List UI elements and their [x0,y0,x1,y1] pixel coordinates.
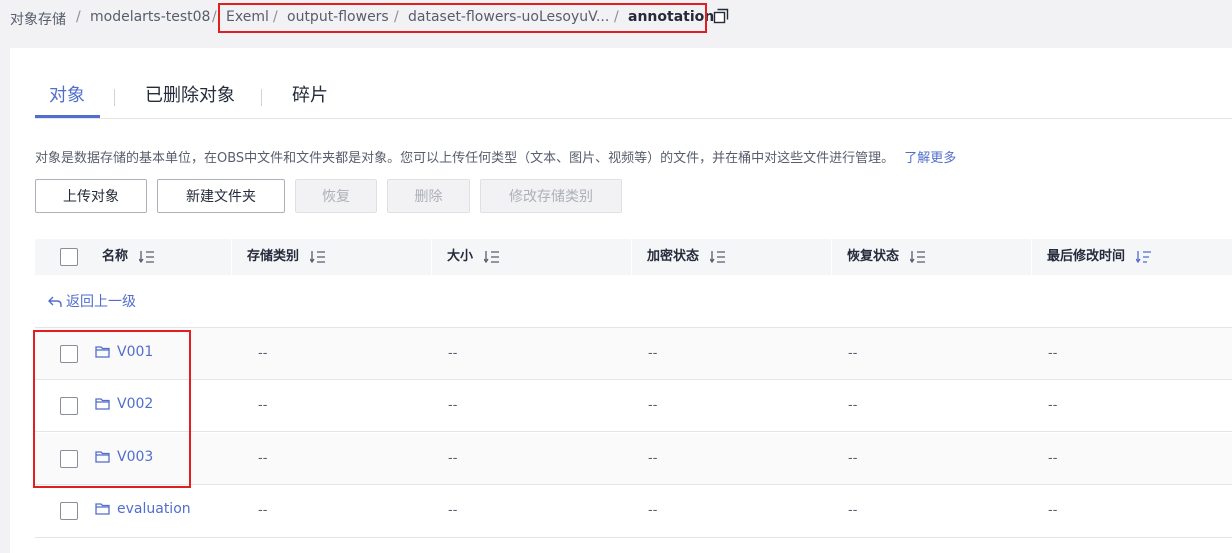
header-divider [231,239,232,275]
header-name[interactable]: 名称 [102,239,155,275]
cell-size: -- [448,503,458,518]
delete-button[interactable]: 删除 [387,179,470,213]
cell-encryption: -- [648,503,658,518]
tab-deleted-objects[interactable]: 已删除对象 [145,81,235,107]
sort-icon[interactable] [309,250,326,263]
path-highlight-box [218,3,707,33]
restore-button[interactable]: 恢复 [295,179,377,213]
table-row: V001 -- -- -- -- -- [35,328,1232,380]
cell-size: -- [448,451,458,466]
sort-icon[interactable] [709,250,726,263]
select-all-checkbox[interactable] [60,248,78,266]
header-encryption[interactable]: 加密状态 [647,239,726,275]
description-text: 对象是数据存储的基本单位，在OBS中文件和文件夹都是对象。您可以上传任何类型（文… [35,151,895,166]
cell-storage-class: -- [258,451,268,466]
folder-icon [95,503,110,515]
cell-encryption: -- [648,346,658,361]
cell-storage-class: -- [258,346,268,361]
tab-divider [114,89,115,106]
sort-icon[interactable] [138,250,155,263]
back-arrow-icon [48,296,62,307]
objects-description: 对象是数据存储的基本单位，在OBS中文件和文件夹都是对象。您可以上传任何类型（文… [35,147,956,166]
table-row: evaluation -- -- -- -- -- [35,486,1232,538]
change-storage-class-button[interactable]: 修改存储类别 [480,179,622,213]
new-folder-button[interactable]: 新建文件夹 [157,179,285,213]
breadcrumb-item-service[interactable]: 对象存储 [10,9,66,29]
header-storage-class[interactable]: 存储类别 [247,239,326,275]
cell-size: -- [448,398,458,413]
folders-highlight-box [33,330,191,488]
row-checkbox[interactable] [60,502,78,520]
cell-storage-class: -- [258,503,268,518]
header-size[interactable]: 大小 [447,239,500,275]
upload-object-button[interactable]: 上传对象 [35,179,147,213]
cell-restore-status: -- [848,346,858,361]
cell-restore-status: -- [848,503,858,518]
header-restore-status[interactable]: 恢复状态 [847,239,926,275]
tab-objects[interactable]: 对象 [49,81,85,107]
sort-icon[interactable] [909,250,926,263]
header-divider [431,239,432,275]
header-divider [831,239,832,275]
sort-icon[interactable] [483,250,500,263]
tab-bar: 对象 已删除对象 碎片 [35,72,1232,119]
header-divider [1031,239,1032,275]
breadcrumb-separator: / [76,9,81,25]
cell-last-modified: -- [1048,503,1058,518]
tab-active-indicator [35,115,100,118]
table-row: V003 -- -- -- -- -- [35,433,1232,485]
header-last-modified[interactable]: 最后修改时间 [1047,239,1152,275]
folder-link[interactable]: evaluation [95,501,191,517]
tab-divider [261,89,262,106]
cell-encryption: -- [648,398,658,413]
tab-fragments[interactable]: 碎片 [292,81,328,107]
copy-icon[interactable] [713,8,729,24]
cell-restore-status: -- [848,451,858,466]
header-divider [631,239,632,275]
table-row: V002 -- -- -- -- -- [35,380,1232,432]
cell-last-modified: -- [1048,451,1058,466]
learn-more-link[interactable]: 了解更多 [904,151,956,166]
cell-encryption: -- [648,451,658,466]
cell-restore-status: -- [848,398,858,413]
cell-last-modified: -- [1048,398,1058,413]
cell-size: -- [448,346,458,361]
breadcrumb-separator: / [212,9,217,25]
sort-active-icon[interactable] [1135,250,1152,263]
back-to-parent-link[interactable]: 返回上一级 [48,291,136,311]
breadcrumb-item-bucket[interactable]: modelarts-test08 [90,9,210,25]
cell-last-modified: -- [1048,346,1058,361]
cell-storage-class: -- [258,398,268,413]
table-header: 名称 存储类别 大小 加密状态 恢复状态 最后修改时间 [35,239,1232,275]
